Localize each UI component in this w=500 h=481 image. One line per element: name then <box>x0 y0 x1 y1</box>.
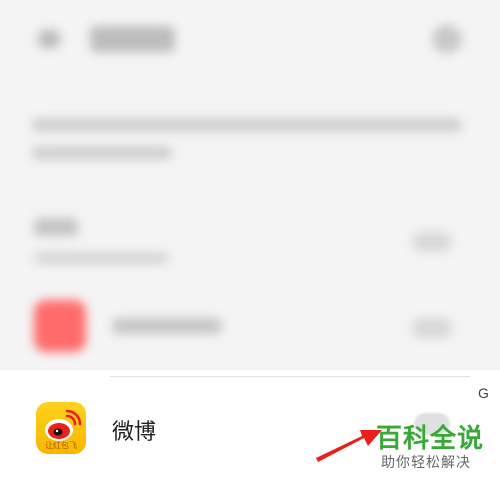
watermark-subtitle: 助你轻松解决 <box>381 455 471 471</box>
watermark-title: 百科全说 <box>376 424 485 454</box>
pointer-arrow-icon <box>316 430 382 462</box>
edge-letter: G <box>478 385 489 401</box>
